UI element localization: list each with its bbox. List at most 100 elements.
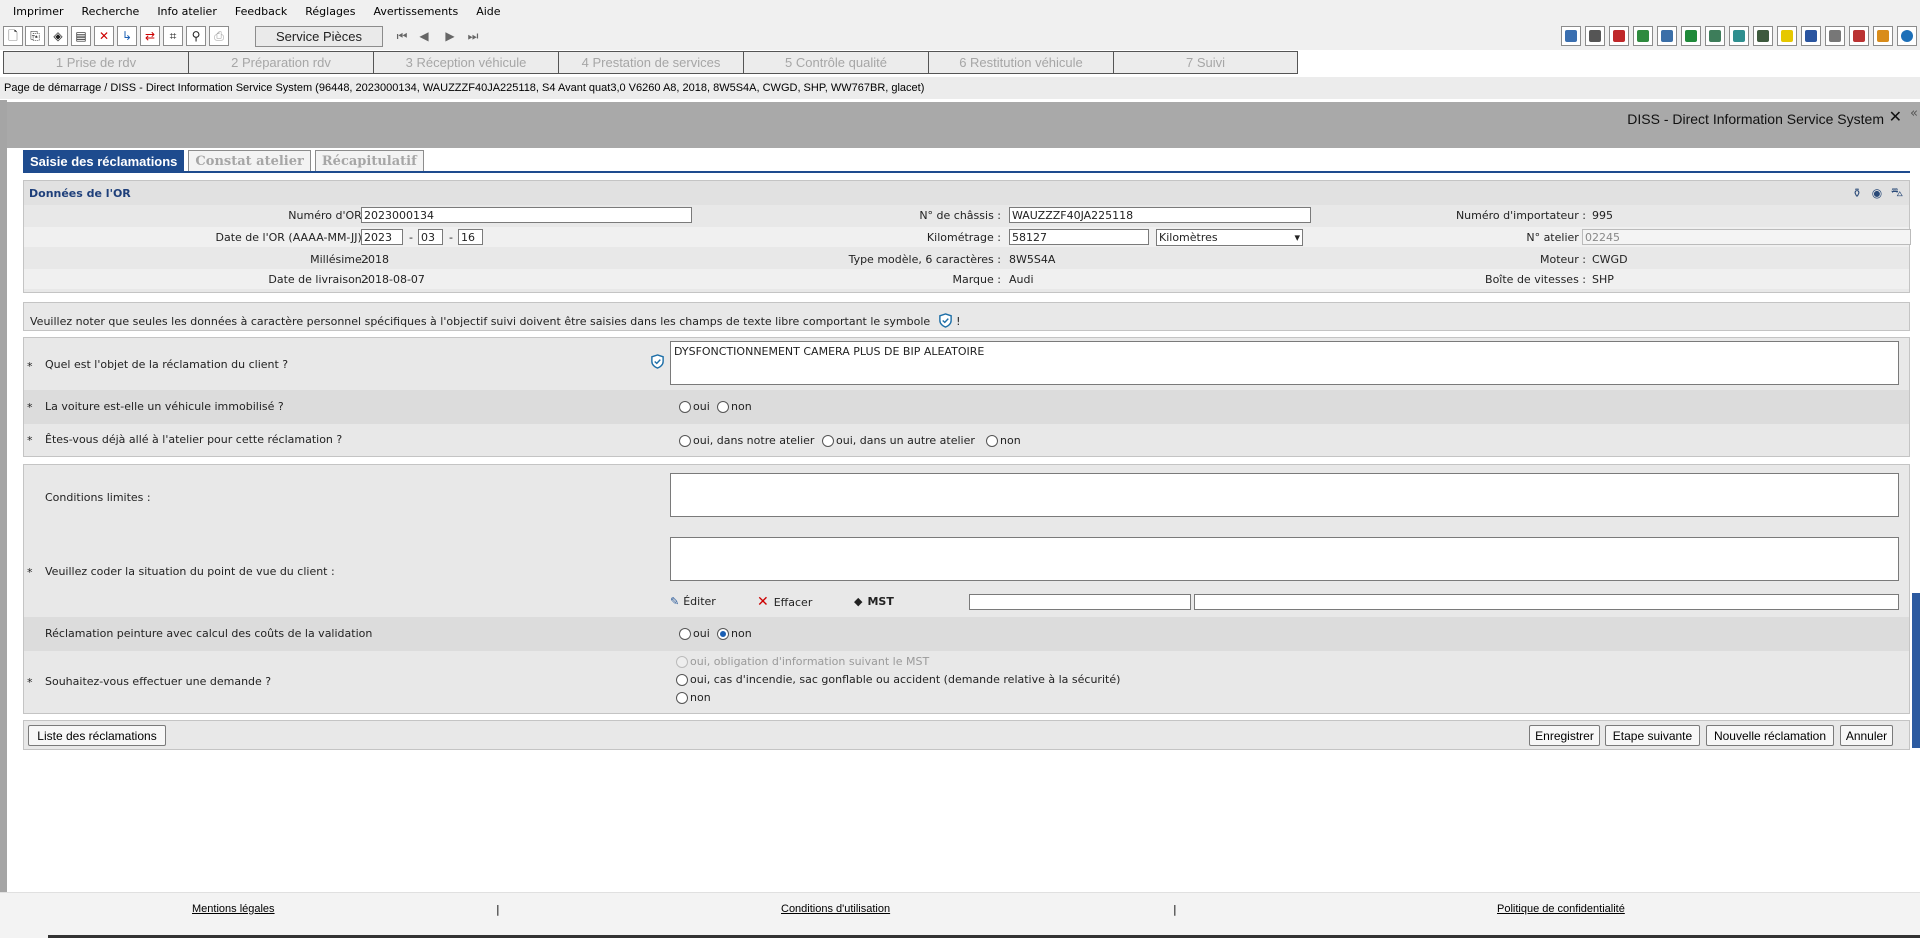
globe-icon[interactable] xyxy=(1897,26,1917,46)
date-day-input[interactable]: 16 xyxy=(458,229,483,245)
atelier-non-radio[interactable]: non xyxy=(986,434,1021,447)
first-record-icon[interactable]: ⏮ xyxy=(394,26,410,46)
menu-recherche[interactable]: Recherche xyxy=(73,5,149,18)
tab-constat-atelier[interactable]: Constat atelier xyxy=(188,150,311,172)
chassis-label: N° de châssis : xyxy=(919,209,1001,222)
objet-textarea[interactable]: DYSFONCTIONNEMENT CAMERA PLUS DE BIP ALE… xyxy=(670,341,1899,385)
step-prestation-services[interactable]: 4 Prestation de services xyxy=(558,51,743,74)
service-pieces-button[interactable]: Service Pièces xyxy=(255,26,383,47)
liste-reclamations-button[interactable]: Liste des réclamations xyxy=(28,725,166,746)
close-icon[interactable]: ✕ xyxy=(1889,107,1902,126)
delete-document-icon[interactable]: ✕ xyxy=(94,26,114,46)
annuler-button[interactable]: Annuler xyxy=(1840,725,1893,746)
atelier-autre-radio[interactable]: oui, dans un autre atelier xyxy=(822,434,975,447)
bin-icon[interactable] xyxy=(1801,26,1821,46)
or-row-2: Date de l'OR (AAAA-MM-JJ) : 2023 - 03 - … xyxy=(24,227,1911,247)
demande-obligation-radio[interactable]: oui, obligation d'information suivant le… xyxy=(676,655,929,668)
peinture-oui-radio[interactable]: oui xyxy=(679,627,710,640)
list-icon[interactable] xyxy=(1825,26,1845,46)
next-record-icon[interactable]: ▶ xyxy=(442,26,458,46)
menu-info-atelier[interactable]: Info atelier xyxy=(148,5,226,18)
truck-green-icon[interactable] xyxy=(1633,26,1653,46)
chart-icon[interactable]: ⌗ xyxy=(163,26,183,46)
enregistrer-button[interactable]: Enregistrer xyxy=(1529,725,1600,746)
menu-feedback[interactable]: Feedback xyxy=(226,5,296,18)
checklist-icon[interactable] xyxy=(1849,26,1869,46)
immobilise-oui-radio[interactable]: oui xyxy=(679,400,710,413)
menu-aide[interactable]: Aide xyxy=(467,5,509,18)
cube-icon[interactable] xyxy=(1657,26,1677,46)
collapse-icon[interactable]: « xyxy=(1910,106,1918,121)
tab-saisie-reclamations[interactable]: Saisie des réclamations xyxy=(23,150,185,172)
tab-recapitulatif[interactable]: Récapitulatif xyxy=(314,150,424,172)
car-repair-icon[interactable] xyxy=(1705,26,1725,46)
warning-icon[interactable] xyxy=(1777,26,1797,46)
frame-header: DISS - Direct Information Service System… xyxy=(7,102,1920,148)
book-green-icon[interactable] xyxy=(1681,26,1701,46)
mst-button[interactable]: ◆ MST xyxy=(854,595,894,608)
date-month-input[interactable]: 03 xyxy=(418,229,443,245)
km-unit-select[interactable]: Kilomètres ▾ xyxy=(1156,229,1303,246)
editer-button[interactable]: ✎ Éditer xyxy=(670,595,716,608)
info-circle-icon[interactable]: ◉ xyxy=(1869,185,1885,201)
date-or-label: Date de l'OR (AAAA-MM-JJ) : xyxy=(215,231,370,244)
menu-reglages[interactable]: Réglages xyxy=(296,5,364,18)
search-icon[interactable]: ⚲ xyxy=(186,26,206,46)
hierarchy-icon[interactable]: ↳ xyxy=(117,26,137,46)
tab-underline xyxy=(23,171,1910,173)
nouvelle-reclamation-button[interactable]: Nouvelle réclamation xyxy=(1706,725,1834,746)
chassis-input[interactable]: WAUZZZF40JA225118 xyxy=(1009,207,1311,223)
open-document-icon[interactable]: ⎘ xyxy=(25,26,45,46)
coder-situation-textarea[interactable] xyxy=(670,537,1899,581)
step-controle-qualite[interactable]: 5 Contrôle qualité xyxy=(743,51,928,74)
vehicle-info-icon[interactable] xyxy=(1561,26,1581,46)
step-restitution-vehicule[interactable]: 6 Restitution véhicule xyxy=(928,51,1113,74)
step-prise-rdv[interactable]: 1 Prise de rdv xyxy=(3,51,188,74)
or-panel-header: Données de l'OR ⚱ ◉ ⛍ xyxy=(24,181,1909,205)
person-icon[interactable] xyxy=(1753,26,1773,46)
car-search-icon[interactable]: ⛍ xyxy=(1889,185,1905,201)
menu-avertissements[interactable]: Avertissements xyxy=(364,5,467,18)
demande-non-radio[interactable]: non xyxy=(676,691,711,704)
date-year-input[interactable]: 2023 xyxy=(361,229,403,245)
car-icon[interactable] xyxy=(1585,26,1605,46)
effacer-button[interactable]: ✕ Effacer xyxy=(757,594,812,610)
print-icon[interactable]: ⎙ xyxy=(209,26,229,46)
frame-title: DISS - Direct Information Service System xyxy=(1627,111,1884,127)
km-input[interactable]: 58127 xyxy=(1009,229,1149,245)
peinture-non-radio[interactable]: non xyxy=(717,627,752,640)
step-reception-vehicule[interactable]: 3 Réception véhicule xyxy=(373,51,558,74)
mst-code-input[interactable] xyxy=(969,594,1191,610)
menu-imprimer[interactable]: Imprimer xyxy=(4,5,73,18)
tools-icon[interactable] xyxy=(1729,26,1749,46)
immobilise-non-radio[interactable]: non xyxy=(717,400,752,413)
or-row-3: Millésime : 2018 Type modèle, 6 caractèr… xyxy=(24,249,1909,269)
clipboard-icon[interactable]: ▤ xyxy=(71,26,91,46)
atelier-input[interactable]: 02245 xyxy=(1582,229,1911,245)
new-document-icon[interactable]: 🗋 xyxy=(3,26,23,46)
tag-icon[interactable]: ◈ xyxy=(48,26,68,46)
bottle-icon[interactable]: ⚱ xyxy=(1849,185,1865,201)
mentions-legales-link[interactable]: Mentions légales xyxy=(192,903,275,915)
step-suivi[interactable]: 7 Suivi xyxy=(1113,51,1298,74)
last-record-icon[interactable]: ⏭ xyxy=(465,26,481,46)
step-preparation-rdv[interactable]: 2 Préparation rdv xyxy=(188,51,373,74)
swap-icon[interactable]: ⇄ xyxy=(140,26,160,46)
book-red-icon[interactable] xyxy=(1609,26,1629,46)
politique-confidentialite-link[interactable]: Politique de confidentialité xyxy=(1497,903,1625,915)
mst-description-input[interactable] xyxy=(1194,594,1899,610)
menu-bar: Imprimer Recherche Info atelier Feedback… xyxy=(0,0,1920,22)
livraison-value: 2018-08-07 xyxy=(361,273,425,286)
previous-record-icon[interactable]: ◀ xyxy=(416,26,432,46)
conditions-utilisation-link[interactable]: Conditions d'utilisation xyxy=(781,903,890,915)
etape-suivante-button[interactable]: Etape suivante xyxy=(1605,725,1700,746)
book-icon: ◆ xyxy=(854,595,863,608)
conditions-limites-textarea[interactable] xyxy=(670,473,1899,517)
pencil-icon[interactable] xyxy=(1873,26,1893,46)
demande-incendie-radio[interactable]: oui, cas d'incendie, sac gonflable ou ac… xyxy=(676,673,1120,686)
km-label: Kilométrage : xyxy=(926,231,1001,244)
atelier-notre-radio[interactable]: oui, dans notre atelier xyxy=(679,434,814,447)
required-marker: * xyxy=(27,401,33,414)
numero-or-input[interactable]: 2023000134 xyxy=(361,207,692,223)
moteur-label: Moteur : xyxy=(1540,253,1586,266)
